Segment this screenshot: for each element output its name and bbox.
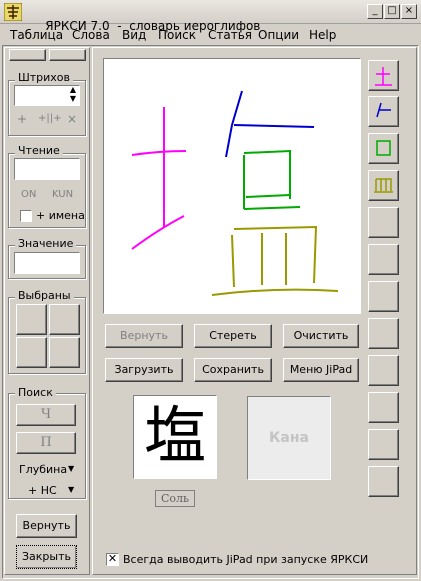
- selected-title: Выбраны: [15, 289, 74, 302]
- menu-help[interactable]: Help: [309, 28, 336, 42]
- stroke-14: [211, 288, 339, 296]
- maximize-icon: □: [387, 5, 397, 16]
- roof-radical-icon: [376, 102, 391, 118]
- strokes-title: Штрихов: [15, 71, 74, 84]
- clear-stroke-icon[interactable]: ×: [67, 112, 77, 126]
- search-button-p[interactable]: П: [16, 432, 76, 454]
- radical-slot-11[interactable]: [368, 429, 399, 460]
- app-icon: [3, 2, 23, 22]
- always-show-checkbox[interactable]: ✕: [106, 553, 119, 566]
- menu-search[interactable]: Поиск: [158, 28, 196, 42]
- menu-options[interactable]: Опции: [258, 28, 299, 42]
- kana-box[interactable]: Кана: [247, 396, 331, 480]
- radical-slot-4[interactable]: [368, 170, 399, 201]
- radical-slot-12[interactable]: [368, 466, 399, 497]
- search-title: Поиск: [15, 386, 56, 399]
- stroke-5: [233, 124, 315, 128]
- meaning-input[interactable]: [14, 252, 80, 274]
- stroke-4: [225, 90, 243, 158]
- menu-view[interactable]: Вид: [122, 28, 146, 42]
- minimize-icon: _: [372, 5, 378, 16]
- maximize-button[interactable]: □: [384, 4, 400, 19]
- hc-dropdown-icon[interactable]: ▼: [68, 485, 74, 494]
- toolbar-button-1[interactable]: [9, 49, 46, 61]
- result-kanji-box[interactable]: 塩: [133, 395, 217, 479]
- kun-reading-toggle[interactable]: KUN: [52, 189, 73, 200]
- add-stroke-icon[interactable]: +: [17, 112, 27, 126]
- radical-slot-1[interactable]: [368, 60, 399, 91]
- radical-slot-5[interactable]: [368, 207, 399, 238]
- menu-table[interactable]: Таблица: [10, 28, 63, 42]
- close-icon: ×: [404, 5, 414, 16]
- menu-article[interactable]: Статья: [208, 28, 252, 42]
- toolbar-button-2[interactable]: [49, 49, 86, 61]
- always-show-label: Всегда выводить JiPad при запуске ЯРКСИ: [123, 553, 369, 566]
- earth-radical-icon: [375, 67, 392, 86]
- stroke-11: [233, 225, 318, 284]
- erase-button[interactable]: Стереть: [194, 324, 272, 348]
- jipad-menu-button[interactable]: Меню JiPad: [283, 358, 359, 382]
- radical-slot-3[interactable]: [368, 133, 399, 164]
- names-label: + имена: [36, 209, 85, 222]
- radical-slot-7[interactable]: [368, 281, 399, 312]
- clear-button[interactable]: Очистить: [283, 324, 359, 348]
- reading-input[interactable]: [14, 158, 80, 180]
- title-bar: ЯРКСИ 7.0 - словарь иероглифов _ □ ×: [0, 0, 421, 33]
- stroke-9: [243, 206, 301, 210]
- depth-dropdown-icon[interactable]: ▼: [68, 464, 74, 473]
- on-reading-toggle[interactable]: ON: [21, 189, 36, 200]
- selected-slot-3[interactable]: [16, 337, 47, 368]
- range-stroke-icon[interactable]: +||+: [38, 113, 62, 124]
- result-kanji: 塩: [143, 399, 206, 472]
- hc-label[interactable]: + НС: [28, 484, 57, 497]
- selected-slot-2[interactable]: [49, 304, 80, 335]
- selected-slot-4[interactable]: [49, 337, 80, 368]
- save-button[interactable]: Сохранить: [194, 358, 272, 382]
- stroke-2: [131, 150, 187, 156]
- radical-slot-2[interactable]: [368, 96, 399, 127]
- stroke-7: [243, 149, 291, 199]
- close-button[interactable]: Закрыть: [16, 545, 77, 569]
- return-button[interactable]: Вернуть: [16, 514, 77, 538]
- check-icon: ✕: [107, 552, 118, 565]
- selected-slot-1[interactable]: [16, 304, 47, 335]
- spinner-down-icon[interactable]: ▼: [70, 94, 76, 103]
- strokes-spinner[interactable]: ▲ ▼: [14, 85, 80, 106]
- menu-words[interactable]: Слова: [72, 28, 110, 42]
- stroke-10: [231, 234, 235, 288]
- radical-slot-9[interactable]: [368, 355, 399, 386]
- radical-slot-6[interactable]: [368, 244, 399, 275]
- result-meaning-badge: Соль: [155, 490, 195, 507]
- menu-bar: Таблица Слова Вид Поиск Статья Опции Hel…: [0, 25, 421, 45]
- radical-slot-10[interactable]: [368, 392, 399, 423]
- mouth-radical-icon: [376, 140, 391, 156]
- minimize-button[interactable]: _: [367, 4, 383, 19]
- names-checkbox[interactable]: [20, 210, 32, 222]
- reading-title: Чтение: [15, 144, 63, 157]
- kana-placeholder: Кана: [268, 430, 309, 446]
- radical-slot-8[interactable]: [368, 318, 399, 349]
- dish-radical-icon: [374, 178, 393, 193]
- meaning-title: Значение: [15, 237, 77, 250]
- drawing-canvas[interactable]: [103, 58, 361, 314]
- search-button-ch[interactable]: Ч: [16, 404, 76, 426]
- undo-button[interactable]: Вернуть: [105, 324, 183, 348]
- spinner-up-icon[interactable]: ▲: [70, 85, 76, 94]
- stroke-3: [131, 215, 185, 250]
- stroke-8: [245, 194, 291, 198]
- load-button[interactable]: Загрузить: [105, 358, 183, 382]
- depth-label[interactable]: Глубина: [19, 463, 67, 476]
- close-window-button[interactable]: ×: [401, 4, 417, 19]
- drawn-strokes: [131, 90, 339, 296]
